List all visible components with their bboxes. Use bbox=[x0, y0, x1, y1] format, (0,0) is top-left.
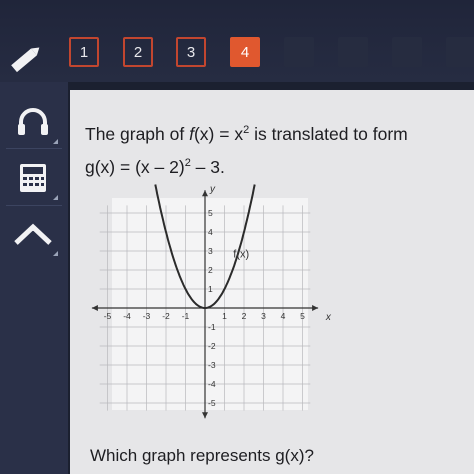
x-axis-arrow-left bbox=[91, 305, 98, 311]
y-axis-arrow-up bbox=[202, 190, 208, 197]
x-tick-label: 5 bbox=[300, 311, 305, 321]
x-tick-label: 3 bbox=[261, 311, 266, 321]
y-axis-label: y bbox=[209, 184, 216, 195]
x-tick-label: -4 bbox=[123, 311, 131, 321]
y-tick-label: 4 bbox=[208, 227, 213, 237]
y-axis-arrow-down bbox=[202, 412, 208, 419]
question-prompt: Which graph represents g(x)? bbox=[90, 446, 314, 465]
x-tick-label: -1 bbox=[182, 311, 190, 321]
x-tick-label: 1 bbox=[222, 311, 227, 321]
y-tick-label: -5 bbox=[208, 398, 216, 408]
x-axis-arrow-right bbox=[312, 305, 319, 311]
y-tick-label: -3 bbox=[208, 360, 216, 370]
y-tick-label: 3 bbox=[208, 246, 213, 256]
y-tick-label: -1 bbox=[208, 322, 216, 332]
y-tick-label: -4 bbox=[208, 379, 216, 389]
x-tick-label: 4 bbox=[281, 311, 286, 321]
y-tick-label: -2 bbox=[208, 341, 216, 351]
x-tick-label: -2 bbox=[162, 311, 170, 321]
y-tick-label: 1 bbox=[208, 284, 213, 294]
curve-label: f(x) bbox=[233, 249, 249, 261]
y-tick-label: 2 bbox=[208, 265, 213, 275]
y-tick-label: 5 bbox=[208, 208, 213, 218]
x-axis-label: x bbox=[325, 312, 332, 323]
x-tick-label: 2 bbox=[242, 311, 247, 321]
x-tick-label: -5 bbox=[104, 311, 112, 321]
x-tick-label: -3 bbox=[143, 311, 151, 321]
coordinate-graph: -5 -4 -3 -2 -1 1 2 3 4 5 5 4 3 2 1 -1 -2 -3 -4 -5 y x f(x) bbox=[91, 184, 332, 419]
